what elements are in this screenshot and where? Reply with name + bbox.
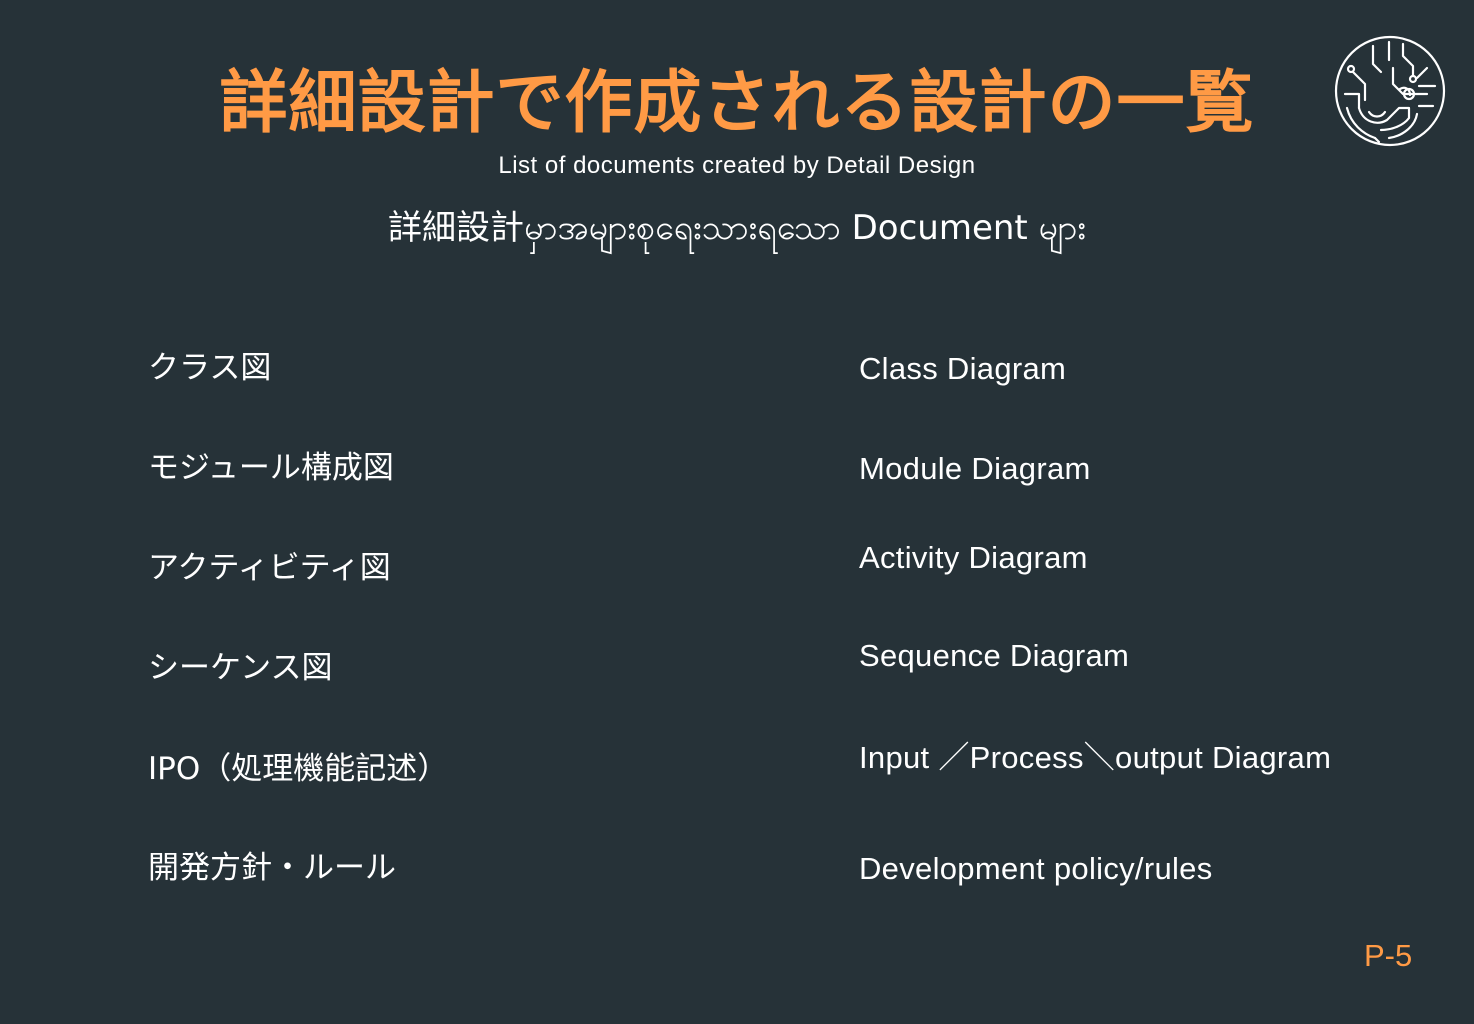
row-jp-activity-diagram: アクティビティ図 — [148, 550, 391, 586]
row-jp-module-diagram: モジュール構成図 — [148, 450, 394, 486]
row-en-module-diagram: Module Diagram — [859, 451, 1091, 486]
page-title: 詳細設計で作成される設計の一覧 — [219, 64, 1255, 143]
row-en-sequence-diagram: Sequence Diagram — [859, 638, 1130, 673]
row-jp-development-policy: 開発方針・ルール — [148, 850, 396, 886]
subtitle-english: List of documents created by Detail Desi… — [498, 152, 976, 179]
slide: { "title": "詳細設計で作成される設計の一覧", "subtitle_… — [0, 0, 1474, 1024]
row-en-activity-diagram: Activity Diagram — [859, 540, 1088, 575]
row-en-ipo: Input ／Process＼output Diagram — [859, 740, 1332, 775]
subtitle-myanmar: 詳細設計မှာအများစုရေးသားရသော Document များ — [388, 208, 1086, 248]
page-number: P-5 — [1364, 938, 1413, 973]
row-jp-sequence-diagram: シーケンス図 — [148, 650, 333, 686]
row-en-class-diagram: Class Diagram — [859, 351, 1067, 386]
row-jp-class-diagram: クラス図 — [148, 350, 272, 386]
row-jp-ipo: IPO（処理機能記述） — [148, 751, 449, 787]
circuit-tree-logo-icon — [1334, 35, 1446, 147]
row-en-development-policy: Development policy/rules — [859, 851, 1213, 886]
